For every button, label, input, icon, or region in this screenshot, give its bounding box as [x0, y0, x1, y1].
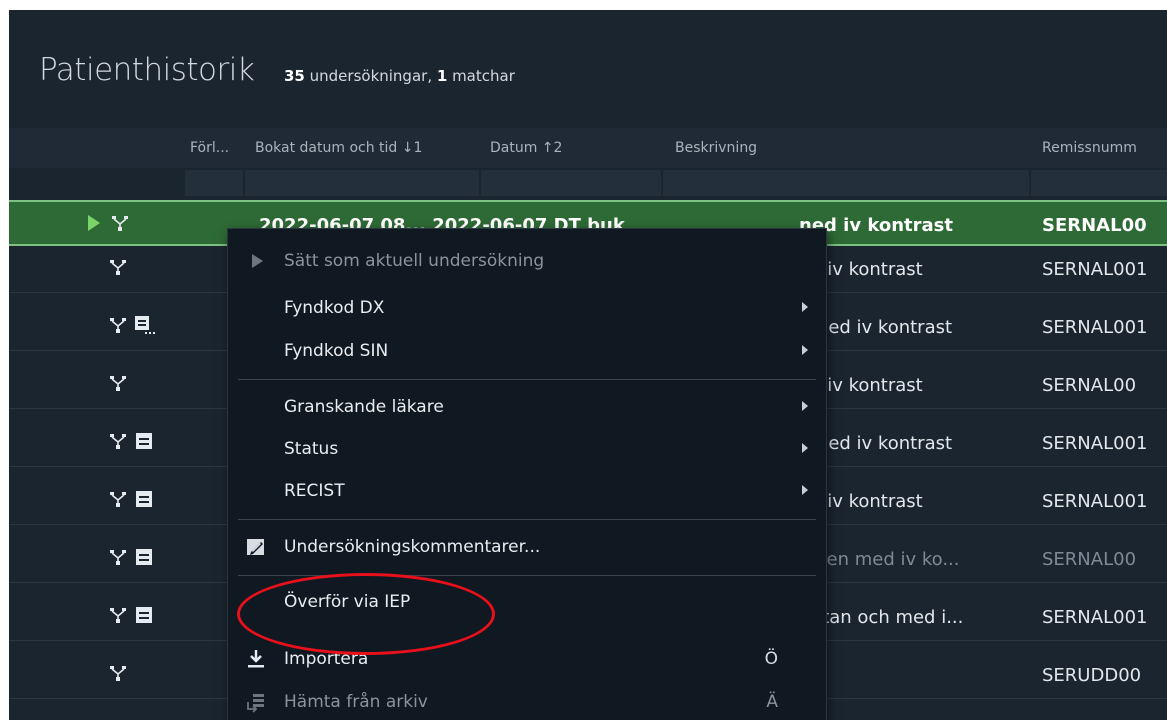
- menu-item-label: Importera: [284, 649, 369, 669]
- branch-icon: [107, 256, 129, 278]
- row-remiss-number: SERNAL001: [1042, 491, 1148, 512]
- archive-icon: [133, 488, 155, 510]
- menu-item-label: Hämta från arkiv: [284, 692, 428, 712]
- column-header-row: Förl... Bokat datum och tid ↓1 Datum ↑2 …: [9, 128, 1167, 168]
- download-icon: [244, 647, 268, 671]
- row-icons: [107, 546, 159, 572]
- row-remiss-number: SERNAL001: [1042, 259, 1148, 280]
- menu-item-label: Överför via IEP: [284, 592, 411, 612]
- menu-item-exam-comments[interactable]: Undersökningskommentarer...: [228, 529, 826, 565]
- row-icons: [107, 488, 159, 514]
- exam-count-label: undersökningar,: [304, 67, 437, 85]
- column-header-forl[interactable]: Förl...: [190, 140, 229, 156]
- menu-item-label: Undersökningskommentarer...: [284, 537, 541, 557]
- menu-item-label: Status: [284, 439, 339, 459]
- menu-item-status[interactable]: Status: [228, 431, 826, 467]
- menu-item-label: RECIST: [284, 481, 345, 501]
- filter-cell-forl[interactable]: [185, 170, 243, 196]
- menu-separator: [238, 379, 816, 380]
- title-bar: Patienthistorik 35 undersökningar, 1 mat…: [9, 10, 1167, 128]
- match-count: 1: [436, 67, 448, 85]
- submenu-arrow-icon: [802, 302, 808, 312]
- menu-item-fyndkod-dx[interactable]: Fyndkod DX: [228, 290, 826, 326]
- play-icon: [244, 249, 268, 273]
- row-icons: [107, 372, 133, 398]
- context-menu: Sätt som aktuell undersökning Fyndkod DX…: [227, 228, 827, 720]
- archive-icon: [133, 604, 155, 626]
- filter-row: [9, 168, 1167, 198]
- row-remiss-number: SERUDD00: [1042, 665, 1142, 686]
- page-title: Patienthistorik: [39, 52, 255, 88]
- patient-history-panel: Patienthistorik 35 undersökningar, 1 mat…: [9, 10, 1167, 720]
- row-remiss-number: SERNAL001: [1042, 607, 1148, 628]
- submenu-arrow-icon: [802, 443, 808, 453]
- archive-icon: [133, 546, 155, 568]
- menu-item-reviewing-physician[interactable]: Granskande läkare: [228, 389, 826, 425]
- match-count-label: matchar: [447, 67, 515, 85]
- menu-item-fetch-archive[interactable]: Hämta från arkiv Ä: [228, 684, 826, 720]
- exam-count: 35: [284, 67, 305, 85]
- submenu-arrow-icon: [802, 485, 808, 495]
- play-icon: [83, 212, 105, 234]
- branch-icon: [107, 488, 129, 510]
- menu-item-label: Granskande läkare: [284, 397, 444, 417]
- menu-item-label: Fyndkod SIN: [284, 341, 389, 361]
- note-comment-icon: [133, 314, 155, 336]
- filter-cell-date[interactable]: [481, 170, 661, 196]
- filter-cell-booked[interactable]: [245, 170, 479, 196]
- menu-shortcut: Ö: [764, 649, 778, 669]
- menu-shortcut: Ä: [766, 692, 778, 712]
- menu-item-label: Fyndkod DX: [284, 298, 385, 318]
- archive-icon: [133, 430, 155, 452]
- column-header-description[interactable]: Beskrivning: [675, 140, 757, 156]
- branch-icon: [107, 314, 129, 336]
- menu-item-recist[interactable]: RECIST: [228, 473, 826, 509]
- row-icons: [107, 430, 159, 456]
- column-header-booked-datetime[interactable]: Bokat datum och tid ↓1: [255, 140, 422, 156]
- submenu-arrow-icon: [802, 401, 808, 411]
- filter-cell-remiss[interactable]: [1031, 170, 1167, 196]
- menu-item-import[interactable]: Importera Ö: [228, 641, 826, 677]
- branch-icon: [107, 430, 129, 452]
- branch-icon: [109, 212, 131, 234]
- exam-count-summary: 35 undersökningar, 1 matchar: [284, 67, 515, 85]
- branch-icon: [107, 372, 129, 394]
- row-remiss-number: SERNAL00: [1042, 549, 1137, 570]
- submenu-arrow-icon: [802, 345, 808, 355]
- branch-icon: [107, 546, 129, 568]
- row-remiss-number: SERNAL00: [1042, 375, 1137, 396]
- menu-item-fyndkod-sin[interactable]: Fyndkod SIN: [228, 333, 826, 369]
- branch-icon: [107, 662, 129, 684]
- edit-comment-icon: [244, 535, 268, 559]
- column-header-date[interactable]: Datum ↑2: [490, 140, 562, 156]
- row-remiss-number: SERNAL001: [1042, 433, 1148, 454]
- branch-icon: [107, 604, 129, 626]
- row-icons: [83, 212, 135, 238]
- row-icons: [107, 604, 159, 630]
- filter-cell-description[interactable]: [663, 170, 1029, 196]
- row-icons: [107, 256, 133, 282]
- menu-separator: [238, 519, 816, 520]
- row-icons: [107, 662, 133, 688]
- column-header-remiss[interactable]: Remissnumm: [1042, 140, 1137, 156]
- row-remiss-number: SERNAL00: [1042, 215, 1147, 236]
- menu-item-label: Sätt som aktuell undersökning: [284, 251, 545, 271]
- menu-separator: [238, 575, 816, 576]
- row-remiss-number: SERNAL001: [1042, 317, 1148, 338]
- menu-item-set-current[interactable]: Sätt som aktuell undersökning: [228, 243, 826, 279]
- archive-retrieve-icon: [244, 690, 268, 714]
- menu-item-transfer-iep[interactable]: Överför via IEP: [228, 584, 826, 620]
- row-icons: [107, 314, 159, 340]
